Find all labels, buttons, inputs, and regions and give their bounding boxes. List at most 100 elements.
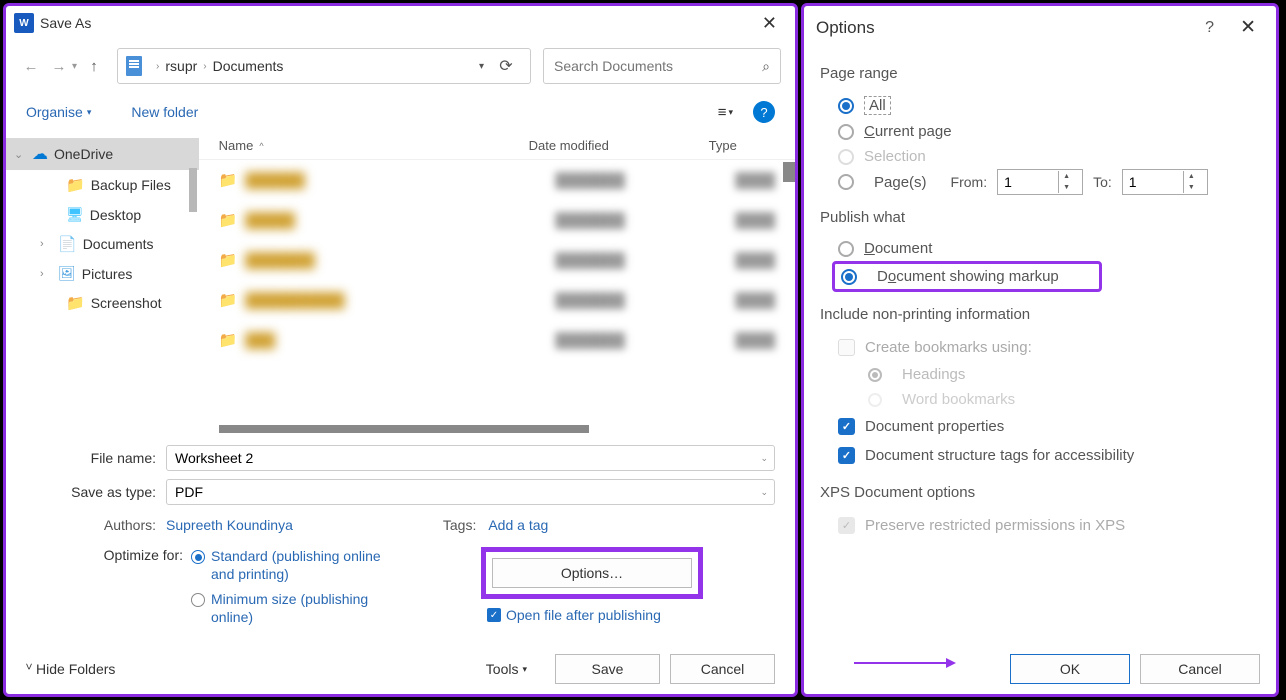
radio-word-bookmarks: Word bookmarks (868, 387, 1260, 412)
tree-item-screenshot[interactable]: 📁 Screenshot (6, 288, 199, 318)
search-icon[interactable]: ⌕ (762, 58, 770, 75)
check-structure-tags[interactable]: Document structure tags for accessibilit… (820, 441, 1260, 470)
file-row[interactable]: 📁█████████████████ (199, 160, 795, 200)
help-icon[interactable]: ? (753, 101, 775, 123)
history-dropdown-icon[interactable]: ▾ (72, 61, 77, 72)
file-list: Name ^ Date modified Type 📁█████████████… (199, 132, 795, 433)
chevron-down-icon: ⌄ (760, 487, 768, 498)
desktop-icon: 🖥 (66, 206, 84, 223)
chevron-right-icon[interactable]: › (40, 268, 52, 280)
check-doc-properties[interactable]: Document properties (820, 412, 1260, 441)
nonprinting-title: Include non-printing information (820, 306, 1260, 323)
radio-standard[interactable]: Standard (publishing online and printing… (191, 547, 391, 583)
authors-label: Authors: (26, 517, 166, 533)
tree-scrollbar[interactable] (189, 168, 197, 212)
check-preserve-xps: Preserve restricted permissions in XPS (820, 511, 1260, 540)
options-title: Options (816, 18, 1205, 38)
scrollbar-v[interactable] (783, 162, 795, 182)
options-footer: OK Cancel (804, 644, 1276, 694)
arrow-annotation (854, 662, 954, 664)
tree-item-documents[interactable]: › 📄 Documents (6, 229, 199, 259)
to-spinner[interactable]: ▲▼ (1122, 169, 1208, 195)
folder-icon: 📁 (66, 176, 85, 194)
savetype-input[interactable]: PDF⌄ (166, 479, 775, 505)
tree-item-desktop[interactable]: 🖥 Desktop (6, 200, 189, 229)
form-area: File name: Worksheet 2⌄ Save as type: PD… (6, 433, 795, 644)
view-mode-button[interactable]: ≡ ▾ (710, 100, 741, 125)
chevron-down-icon: ⌄ (760, 453, 768, 464)
options-button[interactable]: Options… (492, 558, 692, 588)
file-row[interactable]: 📁██████████████████ (199, 240, 795, 280)
tree-label: OneDrive (54, 146, 113, 162)
tags-link[interactable]: Add a tag (488, 517, 548, 533)
dialog-title: Save As (40, 15, 752, 31)
radio-icon (838, 241, 854, 257)
col-name[interactable]: Name ^ (219, 138, 529, 153)
optimize-label: Optimize for: (26, 547, 191, 632)
authors-value[interactable]: Supreeth Koundinya (166, 517, 293, 533)
breadcrumb-path[interactable]: › rsupr › Documents ▾ ⟳ (117, 48, 531, 84)
file-row[interactable]: 📁████████████████ (199, 200, 795, 240)
file-row[interactable]: 📁██████████████ (199, 320, 795, 360)
close-icon[interactable]: ✕ (752, 11, 787, 36)
chevron-right-icon: › (203, 61, 206, 72)
radio-headings: Headings (868, 362, 1260, 387)
search-box[interactable]: ⌕ (543, 48, 781, 84)
radio-icon (838, 124, 854, 140)
radio-minimum[interactable]: Minimum size (publishing online) (191, 590, 391, 626)
filename-label: File name: (26, 450, 166, 466)
tree-item-backup[interactable]: 📁 Backup Files (6, 170, 189, 200)
organise-dropdown[interactable]: Organise▾ (26, 104, 91, 120)
toolbar: Organise▾ New folder ≡ ▾ ? (6, 92, 795, 132)
filename-input[interactable]: Worksheet 2⌄ (166, 445, 775, 471)
new-folder-button[interactable]: New folder (131, 104, 198, 120)
scrollbar-h[interactable] (219, 425, 589, 433)
radio-icon (838, 149, 854, 165)
radio-document[interactable]: Document (820, 236, 1260, 261)
cancel-button[interactable]: Cancel (670, 654, 775, 684)
spin-up-icon[interactable]: ▲ (1184, 171, 1199, 182)
col-type[interactable]: Type (709, 138, 769, 153)
tools-dropdown[interactable]: Tools ▾ (486, 661, 527, 677)
tree-item-pictures[interactable]: › 🖼 Pictures (6, 259, 199, 288)
radio-icon (841, 269, 857, 285)
col-date[interactable]: Date modified (529, 138, 709, 153)
forward-button[interactable]: → (48, 55, 70, 77)
checkbox-checked-icon (838, 447, 855, 464)
folder-icon: 📁 (66, 294, 85, 312)
address-bar: ← → ▾ ↑ › rsupr › Documents ▾ ⟳ ⌕ (6, 40, 795, 92)
breadcrumb-seg1[interactable]: rsupr (165, 58, 197, 74)
from-spinner[interactable]: ▲▼ (997, 169, 1083, 195)
tree-item-onedrive[interactable]: ⌄ ☁ OneDrive (6, 138, 199, 170)
ok-button[interactable]: OK (1010, 654, 1130, 684)
back-button[interactable]: ← (20, 55, 42, 77)
open-after-label: Open file after publishing (506, 607, 661, 623)
spin-down-icon[interactable]: ▼ (1184, 182, 1199, 193)
close-icon[interactable]: ✕ (1232, 14, 1264, 41)
cancel-button[interactable]: Cancel (1140, 654, 1260, 684)
spin-up-icon[interactable]: ▲ (1059, 171, 1074, 182)
chevron-down-icon[interactable]: ▾ (479, 61, 484, 72)
publish-what-title: Publish what (820, 209, 1260, 226)
radio-pages[interactable] (838, 174, 854, 190)
save-button[interactable]: Save (555, 654, 660, 684)
up-button[interactable]: ↑ (83, 55, 105, 77)
checkbox-checked-icon[interactable] (487, 608, 501, 622)
xps-title: XPS Document options (820, 484, 1260, 501)
refresh-icon[interactable]: ⟳ (494, 54, 518, 78)
file-row[interactable]: 📁█████████████████████ (199, 280, 795, 320)
hide-folders-button[interactable]: ⱽHide Folders (26, 661, 115, 678)
chevron-down-icon[interactable]: ⌄ (14, 148, 26, 161)
to-label: To: (1093, 174, 1112, 190)
chevron-right-icon[interactable]: › (40, 238, 52, 250)
location-icon (126, 56, 142, 76)
tree-label: Backup Files (91, 177, 171, 193)
spin-down-icon[interactable]: ▼ (1059, 182, 1074, 193)
help-icon[interactable]: ? (1205, 19, 1214, 37)
radio-markup-label[interactable]: Document showing markup (877, 268, 1059, 285)
tree-label: Desktop (90, 207, 141, 223)
search-input[interactable] (554, 58, 762, 74)
radio-all[interactable]: All (820, 92, 1260, 119)
breadcrumb-seg2[interactable]: Documents (213, 58, 284, 74)
radio-current-page[interactable]: Current page (820, 119, 1260, 144)
